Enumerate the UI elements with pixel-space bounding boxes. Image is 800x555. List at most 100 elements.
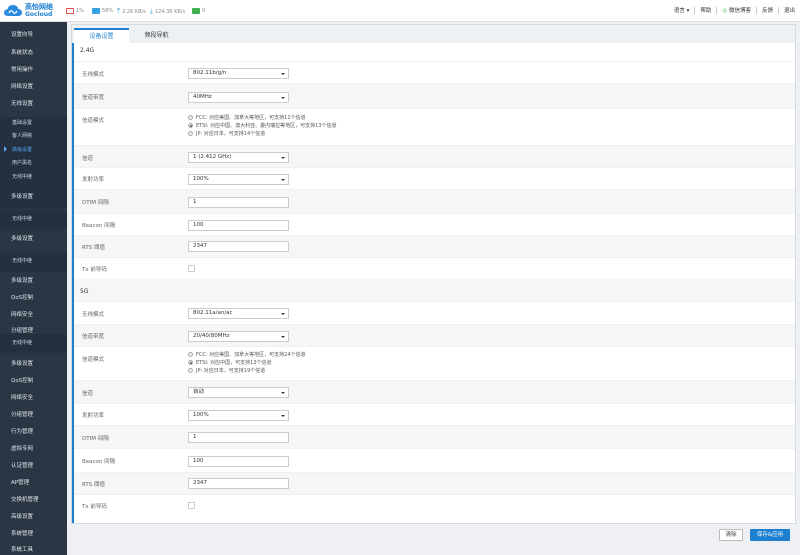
help-link[interactable]: 帮助: [695, 8, 716, 14]
sidebar-item-repeater[interactable]: 无线中继: [0, 339, 67, 346]
radio-icon: [188, 352, 193, 357]
sidebar-item-group[interactable]: 分组管理: [0, 326, 67, 334]
save-apply-button[interactable]: 保存&应用: [750, 529, 790, 541]
sidebar-item-multilevel[interactable]: 多级设置: [0, 359, 67, 367]
sidebar-item-common[interactable]: 常用操作: [0, 65, 67, 73]
radio-label: JP: 对应日本，可支持14个信道: [196, 131, 266, 137]
sidebar-item-multilevel[interactable]: 多级设置: [0, 276, 67, 284]
language-label: 语言: [673, 8, 685, 14]
tx-checkbox[interactable]: [188, 265, 195, 272]
row-bandwidth-2g: 信道带宽 40MHz: [74, 83, 795, 108]
caret-down-icon: [281, 392, 285, 394]
sidebar-item-system[interactable]: 系统管理: [0, 529, 67, 537]
channel-label: 信道: [82, 156, 94, 162]
sidebar-item-guest[interactable]: 客人网络: [0, 132, 67, 139]
radio-label: JP: 对应日本，可支持19个信道: [196, 368, 266, 374]
mode-label: 无线模式: [82, 312, 105, 318]
sidebar-item-network[interactable]: 网络设置: [0, 82, 67, 90]
sidebar-item-wizard[interactable]: 设置向导: [0, 30, 67, 38]
mode-select[interactable]: 802.11b/g/n: [188, 68, 289, 79]
caret-down-icon: [281, 415, 285, 417]
feedback-link[interactable]: 反馈: [757, 8, 778, 14]
beacon-input[interactable]: 100: [188, 456, 289, 467]
row-channel-mode-5g: 信道模式 FCC: 对应美国、加拿大等地区，可支持24个信道 ETSI: 对应中…: [74, 346, 795, 380]
beacon-input[interactable]: 100: [188, 220, 289, 231]
sidebar-item-advanced-settings[interactable]: 高级设置: [0, 512, 67, 520]
tx-checkbox[interactable]: [188, 502, 195, 509]
radio-jp[interactable]: JP: 对应日本，可支持19个信道: [188, 368, 265, 375]
rts-input[interactable]: 2347: [188, 241, 289, 252]
sidebar-item-group[interactable]: 分组管理: [0, 410, 67, 418]
power-select[interactable]: 100%: [188, 410, 289, 421]
sidebar-item-basic[interactable]: 基础设置: [0, 119, 67, 126]
clear-button[interactable]: 清除: [719, 529, 743, 541]
power-select[interactable]: 100%: [188, 174, 289, 185]
sidebar-item-switch[interactable]: 交换机管理: [0, 495, 67, 503]
sidebar-item-status[interactable]: 系统状态: [0, 48, 67, 56]
sidebar-item-blacklist[interactable]: 用户黑名: [0, 159, 67, 166]
caret-down-icon: [281, 73, 285, 75]
wechat-label: 微信博客: [728, 8, 751, 14]
channel-select[interactable]: 1 (2.412 GHz): [188, 152, 289, 163]
sidebar-item-repeater[interactable]: 无线中继: [0, 257, 67, 264]
bandwidth-select[interactable]: 20/40/80MHz: [188, 331, 289, 342]
cloud-logo-icon: [4, 5, 22, 16]
row-rts-5g: RTS 阈值 2347: [74, 472, 795, 494]
sidebar-item-security[interactable]: 网络安全: [0, 393, 67, 401]
rts-input[interactable]: 2347: [188, 478, 289, 489]
sidebar-item-wireless[interactable]: 无线设置: [0, 99, 67, 107]
radio-selected-icon: [188, 360, 193, 365]
row-dtim-2g: DTIM 间隔 1: [74, 189, 795, 213]
language-menu[interactable]: 语言 ▾: [669, 8, 695, 14]
settings-content: 2.4G 无线模式 802.11b/g/n 信道带宽 40MHz 信道模式 FC…: [72, 43, 795, 523]
cpu-icon: [66, 7, 74, 14]
channel-select[interactable]: 自动: [188, 387, 289, 398]
sidebar-item-auth[interactable]: 认证管理: [0, 461, 67, 469]
radio-etsi[interactable]: ETSI: 对应中国，可支持13个信道: [188, 360, 272, 367]
sidebar-item-tools[interactable]: 系统工具: [0, 545, 67, 553]
sidebar-item-multilevel[interactable]: 多级设置: [0, 192, 67, 200]
bandwidth-value: 40MHz: [193, 94, 212, 100]
sidebar: 设置向导 系统状态 常用操作 网络设置 无线设置 基础设置 客人网络 高级设置 …: [0, 22, 67, 555]
radio-label: FCC: 对应美国、加拿大等地区，可支持24个信道: [196, 352, 306, 358]
sidebar-item-advanced[interactable]: 高级设置: [0, 146, 67, 153]
radio-fcc[interactable]: FCC: 对应美国、加拿大等地区，可支持11个信道: [188, 115, 306, 122]
sidebar-item-behavior[interactable]: 行为管理: [0, 427, 67, 435]
wechat-link[interactable]: ◎ 微信博客: [717, 8, 756, 14]
download-value: 124.36 KB/s: [155, 9, 186, 15]
logout-link[interactable]: 退出: [779, 8, 800, 14]
dtim-input[interactable]: 1: [188, 197, 289, 208]
sidebar-item-vpn[interactable]: 虚拟专网: [0, 444, 67, 452]
sidebar-item-qos[interactable]: QoS控制: [0, 293, 67, 301]
upload-value: 2.26 KB/s: [122, 9, 146, 15]
caret-down-icon: [281, 336, 285, 338]
upload-stat: ⤒ 2.26 KB/s: [117, 7, 146, 16]
row-dtim-5g: DTIM 间隔 1: [74, 425, 795, 448]
logo[interactable]: 高怡网络 Gocloud: [3, 2, 63, 20]
tab-band-steering[interactable]: 频段导航: [129, 28, 184, 43]
rts-label: RTS 阈值: [82, 245, 106, 251]
mode-select[interactable]: 802.11a/an/ac: [188, 308, 289, 319]
radio-fcc[interactable]: FCC: 对应美国、加拿大等地区，可支持24个信道: [188, 352, 306, 359]
bandwidth-select[interactable]: 40MHz: [188, 92, 289, 103]
download-icon: ⤓: [150, 7, 154, 15]
caret-down-icon: [281, 179, 285, 181]
mode-label: 无线模式: [82, 72, 105, 78]
rts-label: RTS 阈值: [82, 482, 106, 488]
radio-etsi[interactable]: ETSI: 对应中国、澳大利亚、委内瑞拉等地区，可支持13个信道: [188, 123, 337, 130]
radio-jp[interactable]: JP: 对应日本，可支持14个信道: [188, 131, 265, 138]
tab-device-settings[interactable]: 设备设置: [74, 28, 129, 43]
sidebar-item-multilevel[interactable]: 多级设置: [0, 234, 67, 242]
power-value: 100%: [193, 176, 209, 182]
memory-value: 58%: [102, 8, 114, 14]
sidebar-item-ap[interactable]: AP管理: [0, 478, 67, 486]
row-power-2g: 发射功率 100%: [74, 167, 795, 189]
dtim-input[interactable]: 1: [188, 432, 289, 443]
sidebar-item-security[interactable]: 网络安全: [0, 310, 67, 318]
sidebar-item-repeater[interactable]: 无线中继: [0, 215, 67, 222]
sidebar-item-qos[interactable]: QoS控制: [0, 376, 67, 384]
power-label: 发射功率: [82, 413, 105, 419]
power-value: 100%: [193, 412, 209, 418]
channel-label: 信道: [82, 391, 94, 397]
sidebar-item-repeater[interactable]: 无线中继: [0, 173, 67, 180]
